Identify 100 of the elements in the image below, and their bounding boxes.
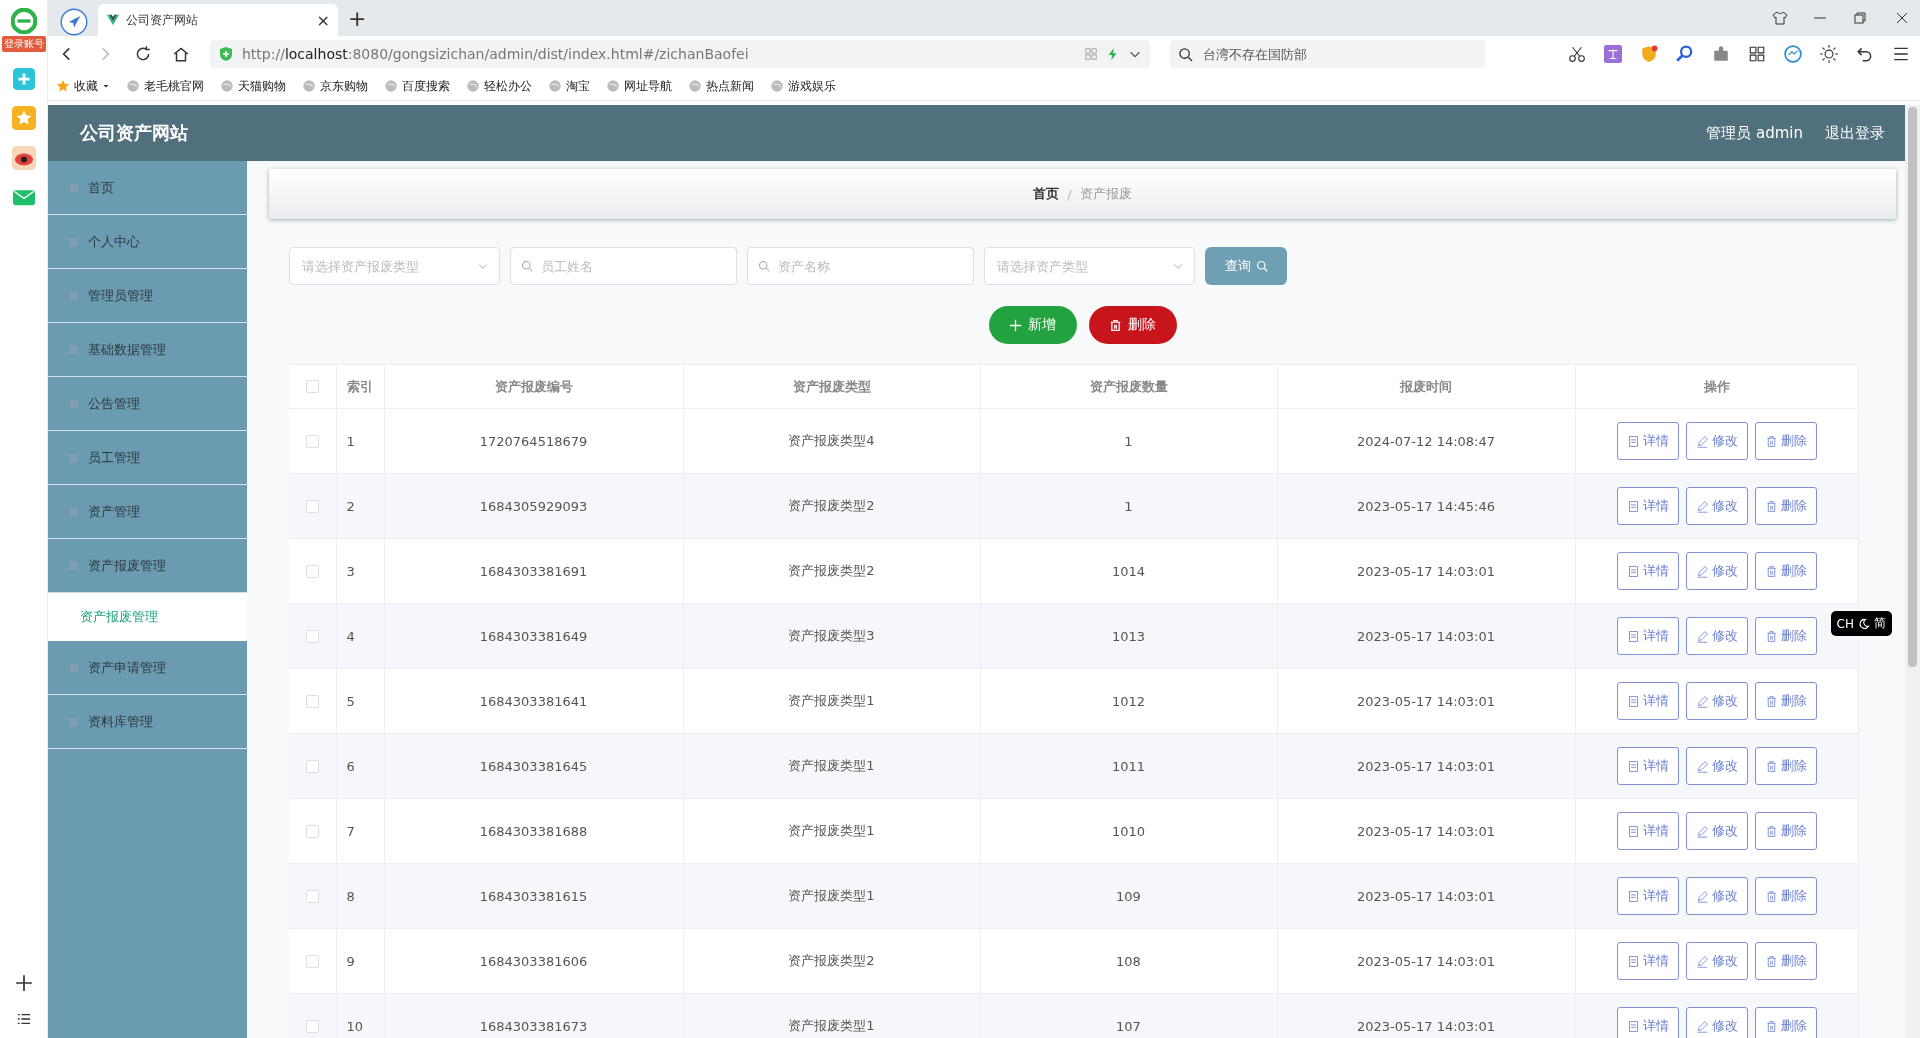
search-field[interactable]: 资产名称 — [776, 257, 963, 275]
edit-button[interactable]: 修改 — [1685, 942, 1748, 980]
login-badge[interactable]: 登录账号 — [1, 36, 46, 52]
plus-tile-icon — [12, 68, 35, 90]
edit-button[interactable]: 修改 — [1685, 617, 1748, 655]
search-field[interactable]: 台湾不存在国防部 — [1170, 40, 1485, 68]
search-field[interactable]: 台湾不存在国防部 — [1201, 45, 1477, 63]
trash-icon — [1764, 1019, 1778, 1033]
add-button[interactable]: 新增 — [988, 306, 1077, 344]
close-tab-button[interactable]: × — [316, 10, 330, 30]
restore-icon — [1852, 10, 1868, 26]
details-button[interactable]: 详情 — [1616, 942, 1679, 980]
scrollbar[interactable] — [1905, 105, 1920, 1038]
delete-button[interactable]: 删除 — [1754, 877, 1817, 915]
checkbox[interactable] — [305, 759, 319, 773]
delete-button[interactable]: 删除 — [1754, 682, 1817, 720]
bookmark-link[interactable]: 游戏娱乐 — [788, 77, 836, 95]
shirt-icon — [1772, 10, 1788, 26]
details-button[interactable]: 详情 — [1616, 812, 1679, 850]
star-icon — [56, 79, 70, 93]
bookmark-link[interactable]: 京东购物 — [320, 77, 368, 95]
details-button[interactable]: 详情 — [1616, 1007, 1679, 1038]
address-bar[interactable]: http://localhost:8080/gongsizichan/admin/dist/index.html#/zichanBaofei — [210, 40, 1150, 68]
search-field[interactable]: 员工姓名 — [510, 247, 737, 285]
table-cell: 资产报废类型1 — [788, 1018, 875, 1033]
bookmark-link[interactable]: 老毛桃官网 — [144, 77, 204, 95]
delete-button[interactable]: 删除 — [1088, 306, 1177, 344]
details-button[interactable]: 详情 — [1616, 682, 1679, 720]
document-icon — [1626, 564, 1640, 578]
delete-button[interactable]: 删除 — [1754, 942, 1817, 980]
bookmark-link[interactable]: 百度搜索 — [402, 77, 450, 95]
bookmark-link[interactable]: 淘宝 — [566, 77, 590, 95]
checkbox[interactable] — [305, 824, 319, 838]
edit-button[interactable]: 修改 — [1685, 877, 1748, 915]
delete-button[interactable]: 删除 — [1754, 422, 1817, 460]
details-button[interactable]: 详情 — [1616, 617, 1679, 655]
details-button[interactable]: 详情 — [1616, 877, 1679, 915]
search-field[interactable]: 员工姓名 — [539, 257, 726, 275]
details-button[interactable]: 详情 — [1616, 552, 1679, 590]
bookmark-link[interactable]: 收藏 — [74, 77, 98, 95]
table-cell: 1 — [346, 433, 355, 449]
bookmark-link[interactable]: 轻松办公 — [484, 77, 532, 95]
column-header: 资产报废类型 — [792, 378, 871, 394]
delete-button[interactable]: 删除 — [1754, 552, 1817, 590]
checkbox[interactable] — [305, 380, 319, 393]
table-cell: 109 — [1116, 888, 1141, 904]
checkbox[interactable] — [305, 499, 319, 513]
pencil-icon — [1695, 499, 1709, 513]
checkbox[interactable] — [305, 889, 319, 903]
query-button[interactable]: 查询 — [1205, 247, 1287, 285]
globe-icon — [220, 79, 234, 93]
table-cell: 1684303381615 — [479, 888, 588, 904]
trash-icon — [1764, 759, 1778, 773]
select-field[interactable]: 请选择资产类型 — [995, 257, 1166, 275]
checkbox[interactable] — [305, 954, 319, 968]
shield-icon — [218, 46, 234, 62]
bookmark-link[interactable]: 网址导航 — [624, 77, 672, 95]
new-tab-button[interactable]: + — [348, 5, 367, 31]
select-field[interactable]: 请选择资产报废类型 — [289, 247, 500, 285]
reload-icon — [134, 45, 152, 63]
edit-button[interactable]: 修改 — [1685, 812, 1748, 850]
close-icon — [1894, 10, 1910, 26]
checkbox[interactable] — [305, 434, 319, 448]
table-cell: 7 — [346, 823, 355, 839]
edit-button[interactable]: 修改 — [1685, 422, 1748, 460]
select-field[interactable]: 请选择资产报废类型 — [300, 257, 471, 275]
breadcrumb-separator: / — [1067, 186, 1072, 202]
table-cell: 资产报废类型2 — [788, 563, 875, 578]
checkbox[interactable] — [305, 694, 319, 708]
edit-button[interactable]: 修改 — [1685, 552, 1748, 590]
delete-button[interactable]: 删除 — [1754, 747, 1817, 785]
edit-button[interactable]: 修改 — [1685, 487, 1748, 525]
breadcrumb-item[interactable]: 首页 — [1033, 185, 1060, 203]
browser-tab[interactable]: 公司资产网站 × — [98, 4, 338, 36]
edit-button[interactable]: 修改 — [1685, 682, 1748, 720]
select-field[interactable]: 请选择资产类型 — [984, 247, 1195, 285]
caret-icon — [102, 82, 110, 90]
bookmark-link[interactable]: 热点新闻 — [706, 77, 754, 95]
details-button[interactable]: 详情 — [1616, 422, 1679, 460]
logout-link[interactable]: 退出登录 — [1825, 123, 1885, 143]
delete-button[interactable]: 删除 — [1754, 812, 1817, 850]
search-field[interactable]: 资产名称 — [747, 247, 974, 285]
delete-button[interactable]: 删除 — [1754, 487, 1817, 525]
checkbox[interactable] — [305, 1019, 319, 1033]
delete-button[interactable]: 删除 — [1754, 617, 1817, 655]
pencil-icon — [1695, 694, 1709, 708]
bookmark-link[interactable]: 天猫购物 — [238, 77, 286, 95]
magnifier-icon — [1676, 45, 1694, 63]
edit-button[interactable]: 修改 — [1685, 1007, 1748, 1038]
table-cell: 1684303381688 — [479, 823, 588, 839]
delete-button[interactable]: 删除 — [1754, 1007, 1817, 1038]
trash-icon — [1764, 564, 1778, 578]
edit-button[interactable]: 修改 — [1685, 747, 1748, 785]
checkbox[interactable] — [305, 564, 319, 578]
details-button[interactable]: 详情 — [1616, 487, 1679, 525]
search-icon — [1178, 46, 1193, 62]
checkbox[interactable] — [305, 629, 319, 643]
sidebar-subitem[interactable]: 资产报废管理 — [48, 593, 247, 641]
breadcrumb-item: 资产报废 — [1079, 185, 1132, 203]
details-button[interactable]: 详情 — [1616, 747, 1679, 785]
